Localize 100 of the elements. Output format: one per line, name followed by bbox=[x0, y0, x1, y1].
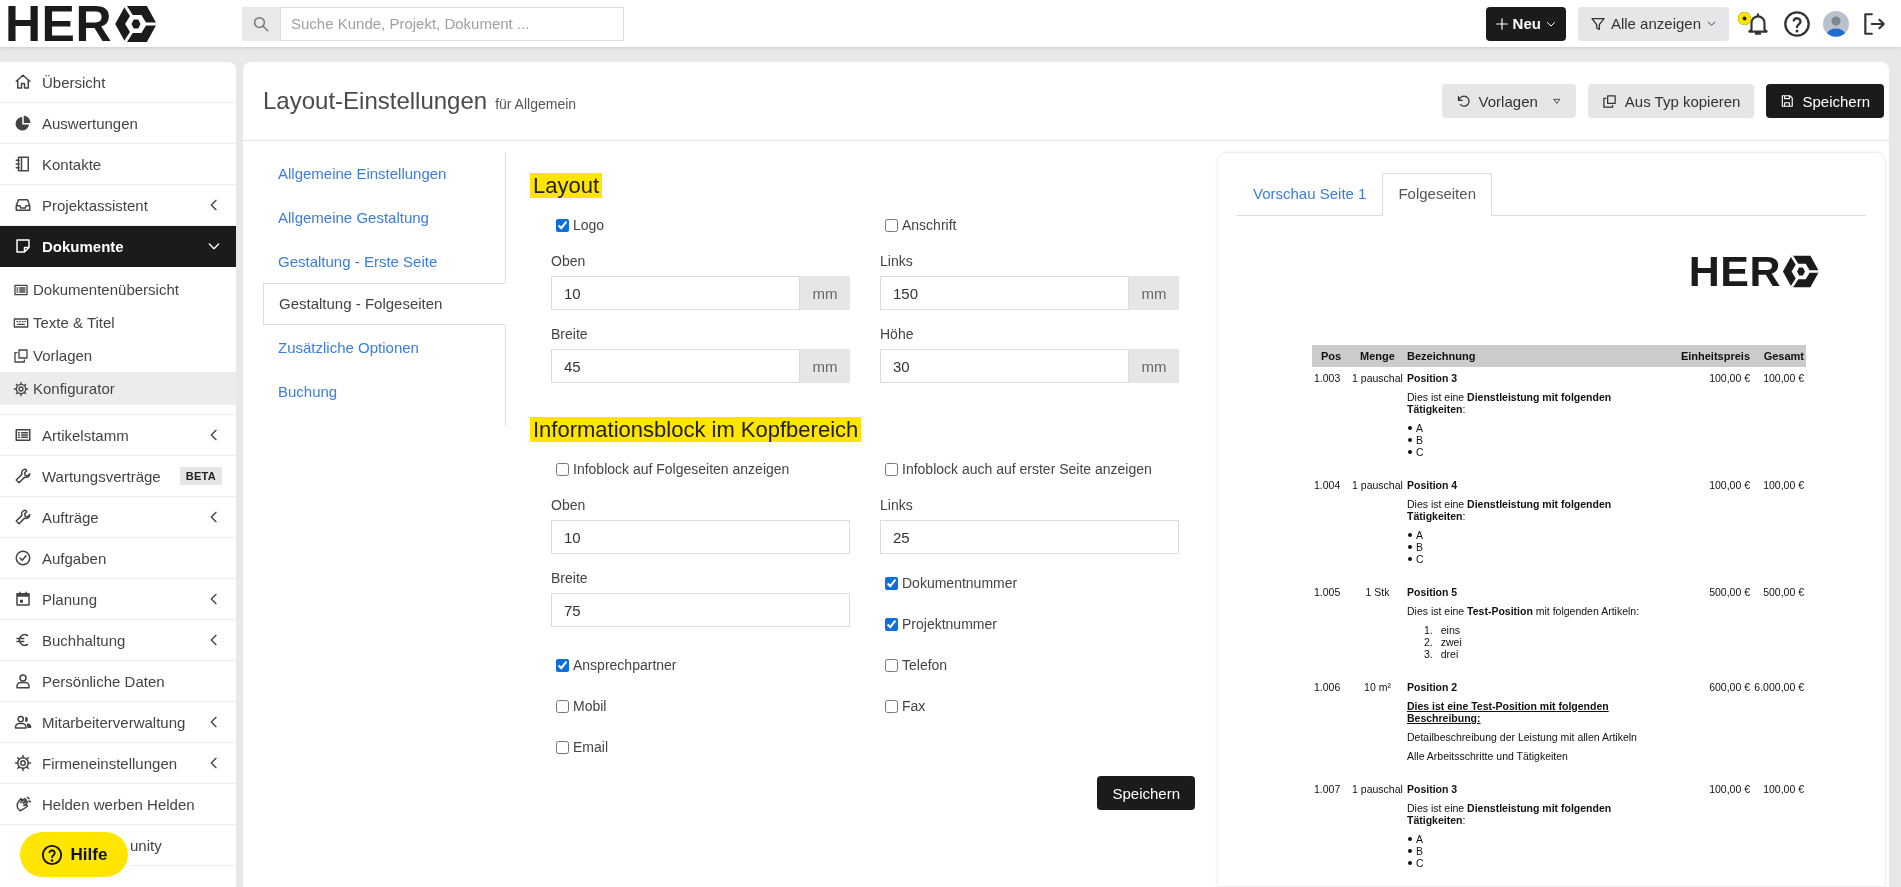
field-label: Links bbox=[880, 254, 914, 269]
copy-icon bbox=[13, 347, 29, 364]
settings-tab[interactable]: Gestaltung - Folgeseiten bbox=[263, 283, 506, 325]
list-item: B bbox=[1416, 541, 1423, 553]
settings-tab[interactable]: Buchung bbox=[263, 370, 505, 414]
bullet-icon bbox=[1408, 837, 1412, 841]
inbox-icon bbox=[14, 196, 32, 214]
sidebar-item[interactable]: Artikelstamm bbox=[0, 415, 236, 456]
column-header: Bezeichnung bbox=[1405, 345, 1674, 367]
bullet-icon bbox=[1408, 861, 1412, 865]
sidebar-item[interactable]: Mitarbeiterverwaltung bbox=[0, 702, 236, 743]
filter-button[interactable]: Alle anzeigen bbox=[1577, 6, 1729, 41]
sidebar-item[interactable]: unity bbox=[130, 825, 236, 866]
sidebar-item[interactable]: Übersicht bbox=[0, 62, 236, 103]
templates-button[interactable]: Vorlagen bbox=[1441, 84, 1576, 118]
checkbox[interactable] bbox=[885, 462, 898, 476]
home-icon bbox=[14, 73, 32, 91]
checkbox-label: Mobil bbox=[573, 698, 607, 714]
sidebar-item[interactable]: Persönliche Daten bbox=[0, 661, 236, 702]
sidebar-item[interactable]: Kontakte bbox=[0, 144, 236, 185]
description-text: Dies ist eine Dienstleistung mit folgenden Tätigkeiten: bbox=[1407, 498, 1613, 522]
plus-icon bbox=[1494, 16, 1509, 31]
field-label: Breite bbox=[551, 571, 589, 586]
settings-tab[interactable]: Gestaltung - Erste Seite bbox=[263, 240, 505, 284]
checkbox[interactable] bbox=[556, 218, 569, 232]
item-title: Position 2 bbox=[1407, 681, 1459, 693]
sidebar-item[interactable]: Helden werben Helden bbox=[0, 784, 236, 825]
page-title: Layout-Einstellungen bbox=[263, 87, 488, 115]
checkbox[interactable] bbox=[556, 658, 569, 672]
caret-icon bbox=[1551, 96, 1562, 106]
description-text: Dies ist eine Test-Position mit folgenden Beschreibung: bbox=[1407, 700, 1610, 724]
document-icon bbox=[14, 237, 32, 255]
table-cell-text: 6.000,00 € bbox=[1753, 680, 1805, 695]
input-field[interactable]: 45 bbox=[551, 349, 800, 383]
description-text: Alle Arbeitsschritte und Tätigkeiten bbox=[1407, 750, 1569, 762]
input-field[interactable]: 10 bbox=[551, 276, 800, 310]
list-item: A bbox=[1416, 833, 1423, 845]
checkbox[interactable] bbox=[885, 699, 898, 713]
input-field[interactable]: 25 bbox=[880, 520, 1179, 554]
input-field[interactable]: 75 bbox=[551, 593, 850, 627]
checkbox[interactable] bbox=[885, 617, 898, 631]
sidebar-item[interactable]: Auswertungen bbox=[0, 103, 236, 144]
help-button[interactable]: Hilfe bbox=[20, 832, 128, 877]
preview-tab[interactable]: Vorschau Seite 1 bbox=[1237, 173, 1383, 215]
sidebar-subitem[interactable]: Texte & Titel bbox=[0, 306, 236, 339]
gear-icon bbox=[13, 380, 29, 397]
checkbox-label: Fax bbox=[902, 698, 926, 714]
settings-tab[interactable]: Zusätzliche Optionen bbox=[263, 326, 505, 370]
bell-icon[interactable] bbox=[1745, 10, 1771, 37]
avatar[interactable] bbox=[1823, 10, 1849, 37]
sidebar-item[interactable]: Firmeneinstellungen bbox=[0, 743, 236, 784]
copy-icon bbox=[1601, 93, 1617, 109]
checkbox[interactable] bbox=[885, 658, 898, 672]
new-button[interactable]: Neu bbox=[1485, 6, 1566, 41]
table-cell-text: 1 pauschal bbox=[1351, 478, 1404, 493]
help-icon[interactable] bbox=[1783, 9, 1811, 38]
calendar-icon bbox=[14, 590, 32, 608]
checkbox[interactable] bbox=[556, 740, 569, 754]
sidebar-subitem[interactable]: Vorlagen bbox=[0, 339, 236, 372]
checkbox[interactable] bbox=[556, 462, 569, 476]
copy-button[interactable]: Aus Typ kopieren bbox=[1587, 84, 1755, 118]
checkbox[interactable] bbox=[885, 576, 898, 590]
preview-tab[interactable]: Folgeseiten bbox=[1382, 173, 1492, 216]
search-icon bbox=[252, 14, 270, 33]
column-header: Einheitspreis bbox=[1674, 345, 1752, 367]
settings-tab[interactable]: Allgemeine Gestaltung bbox=[263, 196, 505, 240]
sidebar-item[interactable]: Planung bbox=[0, 579, 236, 620]
list-item: B bbox=[1416, 434, 1423, 446]
sidebar-subitem[interactable]: Konfigurator bbox=[0, 372, 236, 405]
checkbox-label: Logo bbox=[573, 217, 605, 233]
check-circle-icon bbox=[14, 549, 32, 567]
list-icon bbox=[14, 426, 32, 444]
save-button[interactable]: Speichern bbox=[1097, 776, 1195, 810]
sidebar-item[interactable]: Dokumente bbox=[0, 226, 236, 267]
checkbox[interactable] bbox=[885, 218, 898, 232]
input-field[interactable]: 10 bbox=[551, 520, 850, 554]
table-cell-text: 1.005 bbox=[1313, 585, 1342, 600]
sidebar-subitem[interactable]: Dokumentenübersicht bbox=[0, 273, 236, 306]
description-text: Dies ist eine Dienstleistung mit folgenden Tätigkeiten: bbox=[1407, 802, 1613, 826]
table-cell-text: 100,00 € bbox=[1762, 478, 1805, 493]
input-field[interactable]: 30 bbox=[880, 349, 1129, 383]
column-header: Menge bbox=[1350, 345, 1405, 367]
logout-icon[interactable] bbox=[1861, 10, 1887, 37]
checkbox[interactable] bbox=[556, 699, 569, 713]
sidebar-item[interactable]: Aufträge bbox=[0, 497, 236, 538]
input-field[interactable]: 150 bbox=[880, 276, 1129, 310]
checkbox-label: Infoblock auch auf erster Seite anzeigen bbox=[902, 461, 1152, 477]
sidebar-item[interactable]: Buchhaltung bbox=[0, 620, 236, 661]
search-field[interactable]: Suche Kunde, Projekt, Dokument ... bbox=[280, 6, 624, 41]
settings-tab[interactable]: Allgemeine Einstellungen bbox=[263, 152, 505, 196]
table-cell-text: 500,00 € bbox=[1762, 585, 1805, 600]
sidebar-item[interactable]: Aufgaben bbox=[0, 538, 236, 579]
list-item: B bbox=[1416, 845, 1423, 857]
description-text: Dies ist eine Test-Position mit folgenden Artikeln: bbox=[1407, 605, 1641, 617]
checkbox-label: Telefon bbox=[902, 657, 948, 673]
sidebar-item[interactable]: Wartungsverträge BETA bbox=[0, 456, 236, 497]
save-button[interactable]: Speichern bbox=[1766, 84, 1884, 118]
bullet-icon bbox=[1408, 533, 1412, 537]
search-button[interactable] bbox=[242, 6, 280, 41]
table-cell-text: 100,00 € bbox=[1762, 782, 1805, 797]
